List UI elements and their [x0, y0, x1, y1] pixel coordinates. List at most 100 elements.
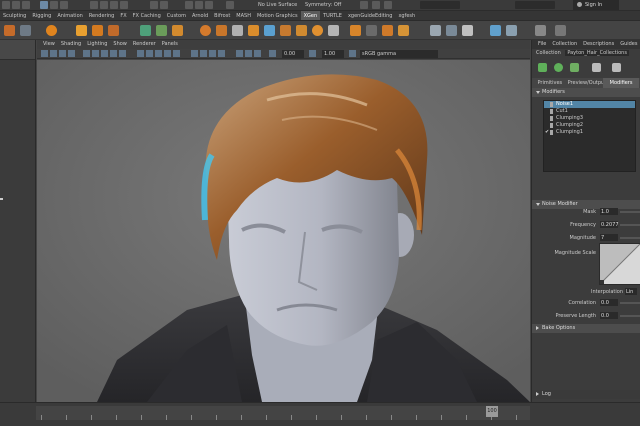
magnitude-field[interactable]: 7	[600, 234, 618, 241]
smooth-shade-icon[interactable]	[384, 1, 392, 9]
shelf-tab[interactable]: Rigging	[29, 11, 54, 20]
modifier-list-item[interactable]: Cut1	[544, 108, 635, 115]
shelf-tool-icon[interactable]	[248, 25, 259, 36]
shelf-tab[interactable]: xgfesh	[395, 11, 418, 20]
textured-icon[interactable]	[155, 50, 162, 57]
shelf-tool-icon[interactable]	[156, 25, 167, 36]
shelf-tool-icon[interactable]	[490, 25, 501, 36]
shelf-tool-icon[interactable]	[366, 25, 377, 36]
shelf-tool-icon[interactable]	[92, 25, 103, 36]
xgen-menu-item[interactable]: Guides	[620, 41, 637, 47]
shelf-tool-icon[interactable]	[108, 25, 119, 36]
xray-joints-icon[interactable]	[245, 50, 252, 57]
mask-slider[interactable]	[620, 211, 640, 213]
shelf-tab[interactable]: Animation	[54, 11, 86, 20]
gate-mask-icon[interactable]	[110, 50, 117, 57]
xgen-subtab[interactable]: Preview/Output	[568, 78, 607, 88]
xgen-subtab[interactable]: Modifiers	[603, 78, 639, 88]
xgen-menu-item[interactable]: Collection	[552, 41, 577, 47]
modifier-list-item[interactable]: Clumping3	[544, 115, 635, 122]
magnitude-scale-ramp[interactable]	[599, 243, 640, 285]
preview-icon[interactable]	[592, 63, 601, 72]
render-icon[interactable]	[185, 1, 193, 9]
modifier-list-item[interactable]: ✔ Clumping1	[544, 129, 635, 136]
shelf-tool-icon[interactable]	[382, 25, 393, 36]
xray-icon[interactable]	[360, 1, 368, 9]
wireframe-shade-icon[interactable]	[137, 50, 144, 57]
shelf-tool-icon[interactable]	[328, 25, 339, 36]
add-guide-icon[interactable]	[554, 63, 563, 72]
ambient-occlusion-icon[interactable]	[191, 50, 198, 57]
modifier-list-item[interactable]: Clumping2	[544, 122, 635, 129]
shelf-tab[interactable]: FX Caching	[130, 11, 164, 20]
current-frame-marker[interactable]: 100	[486, 406, 498, 417]
frequency-slider[interactable]	[620, 224, 640, 226]
create-description-icon[interactable]	[538, 63, 547, 72]
live-surface-label[interactable]: No Live Surface	[258, 0, 297, 10]
grid-icon[interactable]	[83, 50, 90, 57]
shelf-tab[interactable]: Custom	[164, 11, 189, 20]
mask-field[interactable]: 1.0	[600, 208, 618, 215]
shadows-icon[interactable]	[173, 50, 180, 57]
image-plane-icon[interactable]	[68, 50, 75, 57]
snap-view-icon[interactable]	[120, 1, 128, 9]
viewport-menu-item[interactable]: View	[43, 41, 55, 47]
resolution-gate-icon[interactable]	[101, 50, 108, 57]
ipr-render-icon[interactable]	[195, 1, 203, 9]
shelf-tool-icon[interactable]	[76, 25, 87, 36]
color-management-icon[interactable]	[349, 50, 356, 57]
camera-lock-icon[interactable]	[50, 50, 57, 57]
shelf-tool-icon[interactable]	[312, 25, 323, 36]
depth-of-field-icon[interactable]	[218, 50, 225, 57]
bookmark-icon[interactable]	[59, 50, 66, 57]
gamma-field[interactable]: 1.00	[322, 50, 344, 58]
shelf-tool-icon[interactable]	[555, 25, 566, 36]
shelf-tab[interactable]: xgenGuideEditing	[345, 11, 395, 20]
shelf-tab[interactable]: FX	[117, 11, 129, 20]
shelf-tab[interactable]: Motion Graphics	[254, 11, 301, 20]
shelf-tool-icon[interactable]	[350, 25, 361, 36]
motion-blur-icon[interactable]	[200, 50, 207, 57]
scale-tool-icon[interactable]	[60, 1, 68, 9]
shelf-tool-icon[interactable]	[46, 25, 57, 36]
correlation-field[interactable]: 0.0	[600, 299, 618, 306]
symmetry-dropdown[interactable]: Symmetry: Off	[305, 0, 341, 10]
camera-select-icon[interactable]	[41, 50, 48, 57]
exposure-field[interactable]: 0.00	[282, 50, 304, 58]
xray-mode-icon[interactable]	[254, 50, 261, 57]
history-icon[interactable]	[150, 1, 158, 9]
select-tool-icon[interactable]	[2, 1, 10, 9]
preserve-length-field[interactable]: 0.0	[600, 312, 618, 319]
shelf-tool-icon[interactable]	[462, 25, 473, 36]
field-chart-icon[interactable]	[119, 50, 126, 57]
shelf-tool-icon[interactable]	[398, 25, 409, 36]
move-tool-icon[interactable]	[40, 1, 48, 9]
view-transform-dropdown[interactable]: sRGB gamma	[360, 50, 438, 58]
viewport-menu-item[interactable]: Show	[113, 41, 127, 47]
shelf-tab[interactable]: Sculpting	[0, 11, 29, 20]
frequency-field[interactable]: 0.2077	[600, 221, 619, 228]
refresh-icon[interactable]	[612, 63, 621, 72]
snap-curve-icon[interactable]	[100, 1, 108, 9]
shelf-tool-icon[interactable]	[216, 25, 227, 36]
rotate-tool-icon[interactable]	[50, 1, 58, 9]
magnitude-slider[interactable]	[620, 237, 640, 239]
viewport-menu-item[interactable]: Panels	[162, 41, 178, 47]
interpolation-dropdown[interactable]: Lin	[625, 288, 637, 295]
shelf-tab[interactable]: TURTLE	[320, 11, 345, 20]
modifier-list[interactable]: Noise1 Cut1 Clumping3 Clumping2 ✔ Clumping1	[543, 100, 636, 172]
log-section-header[interactable]: Log	[532, 390, 640, 399]
3d-viewport[interactable]	[37, 60, 530, 402]
xgen-menu-item[interactable]: Descriptions	[583, 41, 614, 47]
snap-point-icon[interactable]	[110, 1, 118, 9]
sign-in-button[interactable]: Sign In	[573, 0, 619, 10]
shelf-tool-icon[interactable]	[296, 25, 307, 36]
search-field[interactable]	[420, 1, 460, 9]
shelf-tab[interactable]: Arnold	[189, 11, 211, 20]
shelf-tool-icon[interactable]	[200, 25, 211, 36]
camera-icon[interactable]	[226, 1, 234, 9]
command-field[interactable]	[515, 1, 555, 9]
shelf-tool-icon[interactable]	[446, 25, 457, 36]
lasso-tool-icon[interactable]	[12, 1, 20, 9]
shelf-tool-icon[interactable]	[140, 25, 151, 36]
